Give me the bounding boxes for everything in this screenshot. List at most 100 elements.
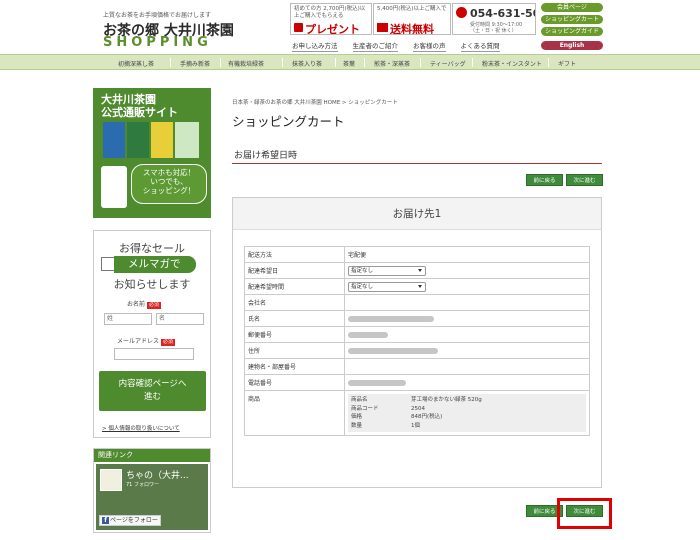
company-value [344, 294, 590, 311]
row-label: 郵便番号 [244, 326, 345, 343]
nav-item-8[interactable]: 粉末茶・インスタント [482, 59, 542, 68]
facebook-follow-button[interactable]: ページをフォロー [99, 515, 161, 526]
row-label: 建物名・部屋番号 [244, 358, 345, 375]
truck-icon [377, 23, 388, 32]
free-shipping-banner[interactable]: 5,400円(税込)以上ご購入で 送料無料 [373, 3, 451, 35]
row-label: 配送方法 [244, 246, 345, 263]
table-row: 商品 商品名 芽工場のまかない緑茶 520g 商品コード 2504 価格 848円(税… [244, 390, 590, 436]
phone-banner: 054-631-5020 受付時間 9:30〜17:00（土・日・祝 休く） [452, 3, 536, 35]
back-button-top[interactable]: 前に戻る [526, 174, 563, 186]
smartphone-icon [101, 166, 127, 208]
table-row: 建物名・部屋番号 [244, 358, 590, 375]
redacted-postcode [348, 331, 388, 338]
newsletter-line1: お得なセール [119, 242, 185, 255]
last-name-input[interactable]: 姓 [104, 313, 152, 325]
building-value [344, 358, 590, 375]
table-row: 住所 [244, 342, 590, 359]
nav-item-5[interactable]: 茶葉 [343, 59, 355, 68]
facebook-followers: 71 フォロワー [126, 482, 159, 488]
table-row: 配送方法 宅配便 [244, 246, 590, 263]
facebook-page-name[interactable]: ちゃの（大井... [126, 468, 189, 481]
phone-icon [456, 7, 467, 18]
subnav-voices[interactable]: お客様の声 [413, 40, 446, 52]
related-links-title: 関連リンク [94, 449, 210, 462]
email-input[interactable] [114, 348, 194, 360]
nav-item-2[interactable]: 手摘み新茶 [180, 59, 210, 68]
free-shipping-title: 送料無料 [390, 23, 434, 35]
free-shipping-text: 5,400円(税込)以上ご購入で [377, 6, 447, 12]
present-banner-title: プレゼント [305, 23, 360, 35]
product-name-row: 商品名 芽工場のまかない緑茶 520g [351, 397, 482, 403]
logo-tagline: 上質なお茶をお手頃価格でお届けします [103, 12, 212, 19]
table-row: 会社名 [244, 294, 590, 311]
subnav-faq[interactable]: よくある質問 [460, 40, 500, 52]
newsletter-confirm-button[interactable]: 内容確認ページへ 進む [99, 371, 206, 411]
product-price-row: 価格 848円(税込) [351, 414, 443, 420]
redacted-name [348, 315, 434, 322]
row-label: 商品 [244, 390, 345, 436]
breadcrumb[interactable]: 日本茶・緑茶のお茶の郷 大井川茶園 HOME > ショッピングカート [232, 98, 398, 106]
highlight-box [557, 498, 612, 529]
page-title: ショッピングカート [232, 114, 345, 129]
table-row: 配達希望時間 指定なし [244, 278, 590, 295]
present-banner[interactable]: 初めての方 2,700円(税込)以上ご購入でもらえる プレゼント [290, 3, 372, 35]
email-label: メールアドレス 必須 [117, 338, 176, 346]
subnav-producers[interactable]: 生産者のご紹介 [352, 40, 398, 52]
product-code-row: 商品コード 2504 [351, 405, 425, 412]
nav-item-1[interactable]: 初摘深蒸し茶 [118, 59, 154, 68]
product-qty-row: 数量 1個 [351, 422, 420, 429]
delivery-table: 配送方法 宅配便 配達希望日 指定なし 配達希望時間 指定なし 会社名 氏名 郵便番号… [244, 246, 590, 436]
english-button[interactable]: English [541, 41, 603, 50]
tea-package-image [127, 122, 149, 158]
product-info: 商品名 芽工場のまかない緑茶 520g 商品コード 2504 価格 848円(税込) … [348, 394, 586, 432]
member-page-button[interactable]: 会員ページ [541, 3, 603, 12]
row-label: 配達希望日 [244, 262, 345, 279]
official-site-banner[interactable]: 大井川茶園 公式通販サイト スマホも対応！ いつでも、 ショッピング！ [93, 88, 211, 218]
official-banner-title: 大井川茶園 公式通販サイト [101, 93, 178, 119]
page-avatar[interactable] [100, 469, 122, 491]
shipping-method-value: 宅配便 [344, 246, 590, 263]
sub-navigation: お申し込み方法 生産者のご紹介 お客様の声 よくある質問 [292, 40, 500, 52]
phone-hours: 受付時間 9:30〜17:00（土・日・祝 休く） [470, 22, 523, 34]
delivery-date-select[interactable]: 指定なし [348, 265, 426, 276]
redacted-address [348, 347, 438, 354]
row-label: 会社名 [244, 294, 345, 311]
category-navbar: 初摘深蒸し茶 手摘み新茶 有機栽培緑茶 抹茶入り茶 茶葉 煎茶・深蒸茶 ティーバ… [0, 54, 700, 70]
tea-package-image [151, 122, 173, 158]
row-label: 氏名 [244, 310, 345, 327]
cart-button[interactable]: ショッピングカート [541, 15, 603, 24]
nav-item-3[interactable]: 有機栽培緑茶 [228, 59, 264, 68]
newsletter-box: お得なセール メルマガで お知らせします お名前 必須 姓 名 メールアドレス 必須… [93, 230, 211, 438]
newsletter-line2: メルマガで [114, 256, 196, 273]
nav-item-4[interactable]: 抹茶入り茶 [292, 59, 322, 68]
tea-package-image [103, 122, 125, 158]
table-row: 郵便番号 [244, 326, 590, 343]
redacted-phone [348, 379, 406, 386]
nav-item-7[interactable]: ティーバッグ [430, 59, 466, 68]
nav-item-9[interactable]: ギフト [558, 59, 576, 68]
related-links-box: 関連リンク ちゃの（大井... 71 フォロワー ページをフォロー [93, 448, 211, 533]
first-name-input[interactable]: 名 [156, 313, 204, 325]
next-button-top[interactable]: 次に進む [566, 174, 603, 186]
guide-button[interactable]: ショッピングガイド [541, 27, 603, 36]
table-row: 氏名 [244, 310, 590, 327]
name-label: お名前 必須 [127, 301, 162, 309]
delivery-time-select[interactable]: 指定なし [348, 281, 426, 292]
facebook-widget[interactable]: ちゃの（大井... 71 フォロワー ページをフォロー [96, 464, 208, 530]
row-label: 住所 [244, 342, 345, 359]
present-banner-text: 初めての方 2,700円(税込)以上ご購入でもらえる [294, 6, 366, 19]
tea-package-image [175, 122, 199, 158]
section-title: お届け希望日時 [232, 148, 602, 164]
gift-icon [294, 23, 303, 32]
page: 上質なお茶をお手頃価格でお届けします お茶の郷 大井川茶園 SHOPPING 初… [0, 0, 700, 540]
row-label: 配達希望時間 [244, 278, 345, 295]
nav-item-6[interactable]: 煎茶・深蒸茶 [374, 59, 410, 68]
newsletter-line3: お知らせします [113, 278, 191, 291]
table-row: 配達希望日 指定なし [244, 262, 590, 279]
logo-subtitle[interactable]: SHOPPING [103, 35, 212, 50]
subnav-order-method[interactable]: お申し込み方法 [292, 40, 338, 52]
delivery-box: お届け先1 配送方法 宅配便 配達希望日 指定なし 配達希望時間 指定なし 会社名 氏… [232, 197, 602, 488]
table-row: 電話番号 [244, 374, 590, 391]
privacy-link[interactable]: > 個人情報の取り扱いについて [102, 424, 180, 432]
official-banner-bubble: スマホも対応！ いつでも、 ショッピング！ [131, 164, 207, 204]
